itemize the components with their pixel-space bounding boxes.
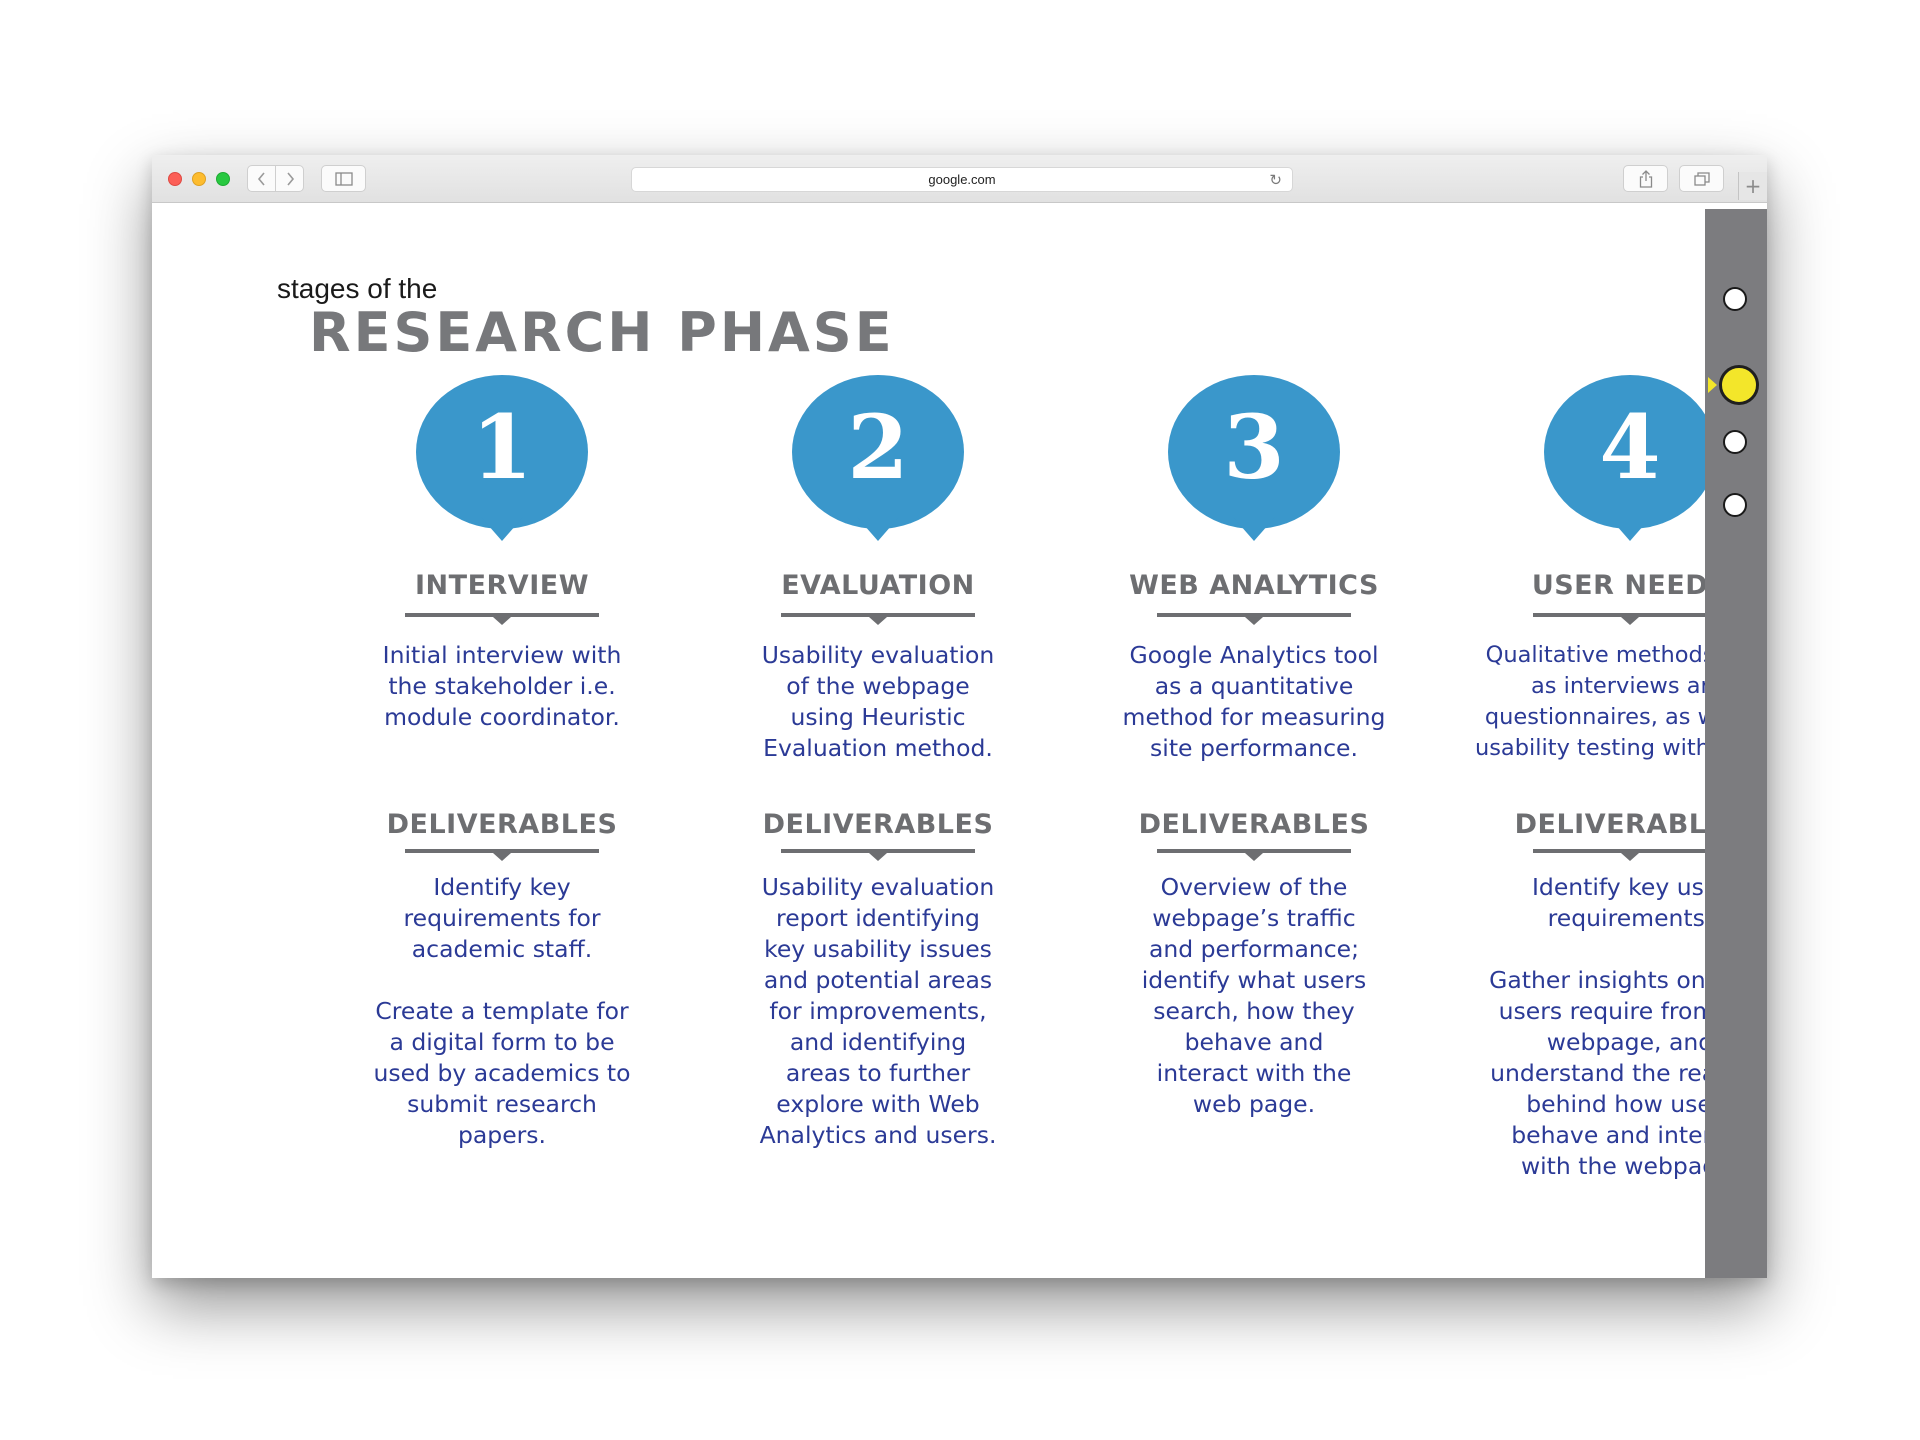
stage-deliverables: Usability evaluation report identifying … [759, 873, 997, 1149]
new-tab-button[interactable]: + [1738, 172, 1767, 200]
minimize-window-button[interactable] [192, 172, 206, 186]
stage-deliverables: Identify key requirements for academic s… [373, 873, 631, 1149]
page-content: stages of the RESEARCH PHASE 1 INTERVIEW… [152, 203, 1767, 1278]
deliverables-divider [1533, 849, 1727, 861]
heading-divider [1157, 613, 1351, 625]
stage-number-bubble: 2 [792, 375, 964, 529]
stage-number-bubble: 1 [416, 375, 588, 529]
stage-column-1: 1 INTERVIEW Initial interview with the s… [312, 203, 692, 1278]
stage-number-bubble: 3 [1168, 375, 1340, 529]
stage-number: 2 [847, 395, 909, 499]
stage-description: Google Analytics tool as a quantitative … [1122, 641, 1386, 762]
slide-nav-dot-1[interactable] [1723, 287, 1747, 311]
share-button[interactable] [1623, 165, 1668, 192]
chevron-right-icon [286, 171, 294, 186]
chevron-left-icon [257, 171, 265, 186]
tabs-icon [1693, 171, 1710, 186]
stage-deliverables: Overview of the webpage’s traffic and pe… [1141, 873, 1367, 1118]
plus-icon: + [1744, 174, 1762, 198]
show-tabs-button[interactable] [1679, 165, 1724, 192]
back-button[interactable] [247, 165, 276, 192]
stage-description: Usability evaluation of the webpage usin… [761, 641, 995, 762]
slide-nav-dot-3[interactable] [1723, 430, 1747, 454]
stage-heading: WEB ANALYTICS [1129, 570, 1379, 601]
deliverables-heading: DELIVERABLES [762, 809, 994, 840]
deliverables-divider [781, 849, 975, 861]
deliverables-heading: DELIVERABLES [386, 809, 618, 840]
share-icon [1639, 169, 1652, 188]
stage-heading: INTERVIEW [415, 570, 589, 601]
browser-window: google.com ↻ + stages of the RESEARCH PH… [152, 155, 1767, 1278]
slide-nav-dot-2[interactable] [1719, 365, 1759, 405]
reload-icon[interactable]: ↻ [1269, 171, 1282, 189]
browser-toolbar: google.com ↻ + [152, 155, 1767, 203]
close-window-button[interactable] [168, 172, 182, 186]
heading-divider [781, 613, 975, 625]
address-bar[interactable]: google.com ↻ [631, 167, 1293, 192]
stage-number: 1 [471, 395, 533, 499]
forward-button[interactable] [275, 165, 304, 192]
stage-heading: EVALUATION [781, 570, 975, 601]
bubble-pointer [857, 517, 899, 541]
stage-number: 4 [1599, 395, 1661, 499]
heading-divider [405, 613, 599, 625]
deliverables-heading: DELIVERABLES [1138, 809, 1370, 840]
stage-number-bubble: 4 [1544, 375, 1716, 529]
bubble-pointer [1233, 517, 1275, 541]
stage-number: 3 [1223, 395, 1285, 499]
deliverables-divider [1157, 849, 1351, 861]
sidebar-toggle-button[interactable] [321, 165, 366, 192]
stage-column-2: 2 EVALUATION Usability evaluation of the… [688, 203, 1068, 1278]
active-slide-pointer [1708, 377, 1717, 393]
zoom-window-button[interactable] [216, 172, 230, 186]
heading-divider [1533, 613, 1727, 625]
address-url: google.com [928, 172, 996, 187]
bubble-pointer [481, 517, 523, 541]
stage-column-3: 3 WEB ANALYTICS Google Analytics tool as… [1064, 203, 1444, 1278]
bubble-pointer [1609, 517, 1651, 541]
slide-nav-dot-4[interactable] [1723, 493, 1747, 517]
sidebar-icon [334, 171, 353, 186]
deliverables-divider [405, 849, 599, 861]
stage-description: Initial interview with the stakeholder i… [382, 641, 622, 731]
slide-navigator [1705, 209, 1767, 1278]
